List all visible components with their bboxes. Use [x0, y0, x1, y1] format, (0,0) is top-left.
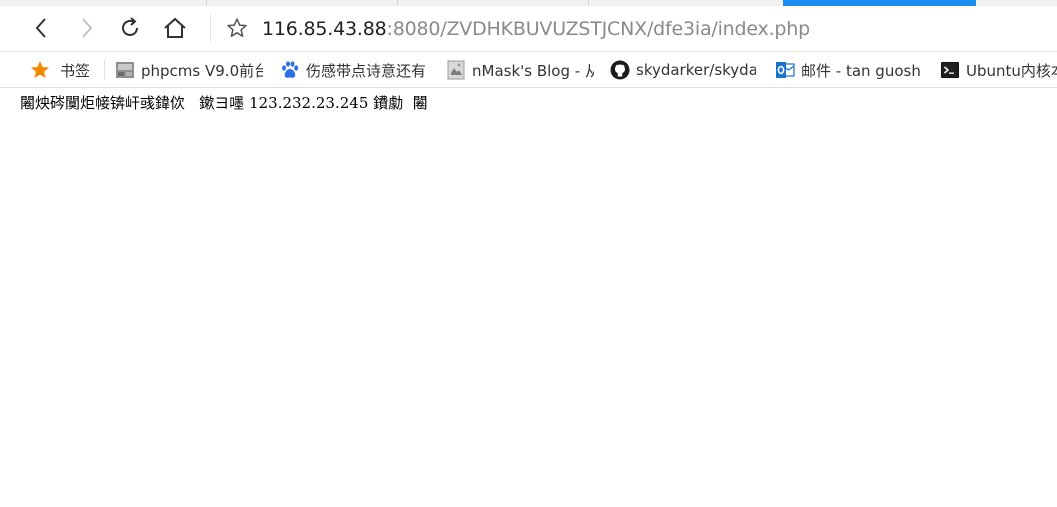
bookmark-label: phpcms V9.0前台 — [141, 61, 263, 80]
forward-arrow-icon — [80, 17, 94, 39]
bookmark-star-button[interactable] — [221, 12, 253, 44]
bookmark-item-outlook-mail[interactable]: 邮件 - tan guosh — [775, 58, 923, 82]
reload-button[interactable] — [114, 12, 146, 44]
bookmark-label: Ubuntu内核本 — [966, 61, 1057, 80]
github-icon — [610, 60, 630, 80]
bookmark-item-phpcms[interactable]: phpcms V9.0前台 — [115, 58, 265, 82]
bookmark-item-nmask-blog[interactable]: nMask's Blog - 从 — [446, 58, 594, 82]
bookmark-star-icon — [226, 17, 248, 39]
bookmark-label: 书签 — [60, 61, 91, 80]
back-arrow-icon — [34, 17, 48, 39]
address-divider — [210, 14, 211, 42]
bookmark-label: 邮件 - tan guosh — [801, 61, 921, 80]
back-button[interactable] — [25, 12, 57, 44]
bookmark-item-baidu[interactable]: 伤感带点诗意还有 — [280, 58, 427, 82]
browser-window: 116.85.43.88:8080/ZVDHKBUVUZSTJCNX/dfe3i… — [0, 0, 1057, 507]
terminal-icon — [940, 60, 960, 80]
forward-button[interactable] — [71, 12, 103, 44]
outlook-icon — [775, 60, 795, 80]
bookmark-item-bookmarks[interactable]: 书签 — [30, 58, 94, 82]
browser-toolbar: 116.85.43.88:8080/ZVDHKBUVUZSTJCNX/dfe3i… — [0, 6, 1057, 51]
url-path: :8080/ZVDHKBUVUZSTJCNX/dfe3ia/index.php — [386, 18, 811, 40]
page-thumbnail-icon — [446, 60, 466, 80]
site-thumbnail-icon — [115, 60, 135, 80]
page-body-text: 闂炴硶闃炬帹锛屽彧鍏佽 鏉ヨ嚜 123.232.23.245 鐨勮 闂 — [20, 94, 428, 112]
bookmark-label: skydarker/skyda — [636, 61, 756, 79]
star-icon — [30, 60, 50, 80]
bookmarks-separator — [104, 60, 105, 80]
bookmark-label: nMask's Blog - 从 — [472, 61, 594, 80]
baidu-paw-icon — [280, 60, 300, 80]
bookmark-item-ubuntu-kernel[interactable]: Ubuntu内核本 — [940, 58, 1057, 82]
url-host: 116.85.43.88 — [262, 18, 387, 40]
bookmarks-bar: 书签 phpcms V9.0前台 伤感带点诗意还有 nMask's Blog -… — [0, 51, 1057, 88]
address-bar-url[interactable]: 116.85.43.88:8080/ZVDHKBUVUZSTJCNX/dfe3i… — [262, 16, 810, 42]
bookmark-label: 伤感带点诗意还有 — [306, 61, 426, 80]
reload-icon — [118, 16, 142, 40]
home-icon — [163, 16, 187, 40]
home-button[interactable] — [159, 12, 191, 44]
bookmark-item-github[interactable]: skydarker/skyda — [610, 58, 758, 82]
